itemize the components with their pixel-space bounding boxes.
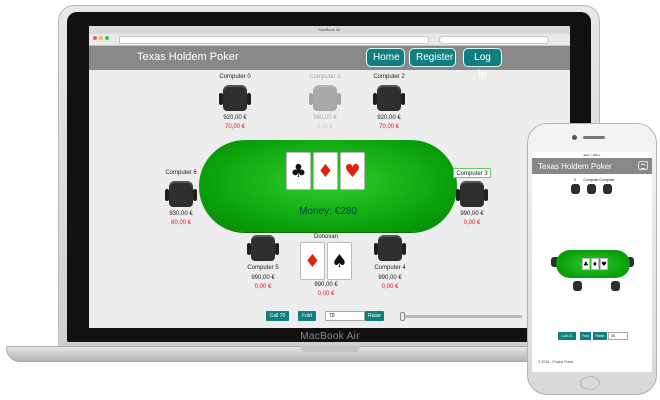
phone-raise-button[interactable]: Raise xyxy=(593,332,607,340)
slider-handle[interactable] xyxy=(400,312,405,321)
site-navbar: Texas Holdem Poker Home Register Log in xyxy=(89,46,570,80)
player-name: Computer xyxy=(599,178,615,182)
call-button[interactable]: Call 70 xyxy=(266,311,289,321)
browser-search-field[interactable] xyxy=(439,36,549,44)
player-bet: 0,00 € xyxy=(317,291,335,297)
phone-raise-amount-input[interactable]: 30 xyxy=(608,332,628,340)
player-money: 990,00 € xyxy=(460,211,484,217)
player-money: 930,00 € xyxy=(169,211,193,217)
phone-site-title[interactable]: Texas Holdem Poker xyxy=(538,162,612,171)
phone-seat xyxy=(598,183,616,195)
player-computer-0: Computer 0 920,00 € 70,00 € xyxy=(205,72,265,132)
chair-icon xyxy=(219,85,251,111)
minimize-dot-icon[interactable] xyxy=(99,36,103,40)
laptop-notch xyxy=(300,346,360,352)
chair-icon xyxy=(602,184,612,194)
nav-register-button[interactable]: Register xyxy=(409,48,456,67)
phone-community-card: ♦ xyxy=(591,258,599,270)
player-name: Donovan xyxy=(313,234,339,240)
close-dot-icon[interactable] xyxy=(93,36,97,40)
speaker-icon xyxy=(583,136,605,139)
player-bet: 0,00 € xyxy=(463,220,481,226)
player-money: 920,00 € xyxy=(377,115,401,121)
composite-stage: MacBook Air MacBook Air Texas Holdem Pok… xyxy=(0,0,660,400)
raise-amount-input[interactable]: 70 xyxy=(325,311,365,321)
fold-button[interactable]: Fold xyxy=(298,311,316,321)
raise-button[interactable]: Raise xyxy=(365,311,384,321)
hamburger-menu-icon[interactable] xyxy=(638,161,648,170)
window-title: MacBook Air xyxy=(89,26,570,34)
player-name-active: Computer 3 xyxy=(453,168,491,178)
player-bet: 70,00 € xyxy=(224,124,246,130)
player-name: Computer 0 xyxy=(219,74,251,80)
chair-icon xyxy=(586,184,596,194)
browser-toolbar xyxy=(89,34,570,46)
chair-icon xyxy=(165,181,197,207)
player-bet: 60,00 € xyxy=(170,220,192,226)
pot-amount: Money: €280 xyxy=(299,206,357,217)
player-name: Computer 5 xyxy=(247,265,279,271)
chair-icon xyxy=(610,281,620,291)
maximize-dot-icon[interactable] xyxy=(105,36,109,40)
community-card: ♥ xyxy=(340,152,365,190)
phone-call-button[interactable]: Call 21 xyxy=(558,332,576,340)
phone-community-card: ♣ xyxy=(582,258,590,270)
community-card: ♣ xyxy=(286,152,311,190)
nav-home-button[interactable]: Home xyxy=(366,48,405,67)
player-computer-6: Computer 6 930,00 € 60,00 € xyxy=(151,168,211,228)
address-bar[interactable] xyxy=(119,36,429,44)
community-card: ♦ xyxy=(313,152,338,190)
player-computer-2: Computer 2 920,00 € 70,00 € xyxy=(359,72,419,132)
player-computer-5: Computer 5 990,00 € 0,00 € xyxy=(233,232,293,292)
player-bet: 0,00 € xyxy=(254,284,272,290)
hand-card: ♦ xyxy=(300,242,325,280)
home-button[interactable] xyxy=(580,376,600,390)
phone-player-2: Computer xyxy=(598,178,616,182)
chair-icon xyxy=(570,184,580,194)
chair-icon xyxy=(572,281,582,291)
player-money: 990,00 € xyxy=(378,275,402,281)
player-money: 990,00 € xyxy=(313,115,337,121)
player-computer-1: Computer 1 990,00 € 0,00 € xyxy=(295,72,355,132)
phone-seat xyxy=(568,280,586,292)
player-name: Computer 6 xyxy=(165,170,197,176)
player-computer-3: Computer 3 990,00 € 0,00 € xyxy=(442,168,502,228)
player-bet: 0,00 € xyxy=(316,124,334,130)
site-title[interactable]: Texas Holdem Poker xyxy=(137,51,239,63)
phone-navbar: Texas Holdem Poker xyxy=(532,158,652,174)
player-name: Computer 2 xyxy=(373,74,405,80)
laptop-screen: MacBook Air Texas Holdem Poker Home Regi… xyxy=(89,26,570,328)
chair-icon xyxy=(247,235,279,261)
player-name: Computer 1 xyxy=(309,74,341,80)
player-bet: 0,00 € xyxy=(381,284,399,290)
phone-screen: ●●●○○ BELL Texas Holdem Poker 0 Computer… xyxy=(532,152,652,372)
phone-community-card: ♥ xyxy=(600,258,608,270)
camera-icon xyxy=(572,135,577,140)
player-computer-4: Computer 4 990,00 € 0,00 € xyxy=(360,232,420,292)
phone-footer: © 2016 - Project Poker xyxy=(538,360,574,364)
chair-icon xyxy=(309,85,341,111)
hand-card: ♠ xyxy=(327,242,352,280)
chair-icon xyxy=(374,235,406,261)
phone-seat xyxy=(606,280,624,292)
player-money: 990,00 € xyxy=(251,275,275,281)
raise-slider[interactable] xyxy=(400,312,522,321)
chair-icon xyxy=(373,85,405,111)
player-name: Computer 4 xyxy=(374,265,406,271)
nav-login-button[interactable]: Log in xyxy=(463,48,502,80)
player-money: 920,00 € xyxy=(223,115,247,121)
phone-fold-button[interactable]: Fold xyxy=(580,332,591,340)
chair-icon xyxy=(456,181,488,207)
player-bet: 70,00 € xyxy=(378,124,400,130)
player-money: 990,00 € xyxy=(314,282,338,288)
